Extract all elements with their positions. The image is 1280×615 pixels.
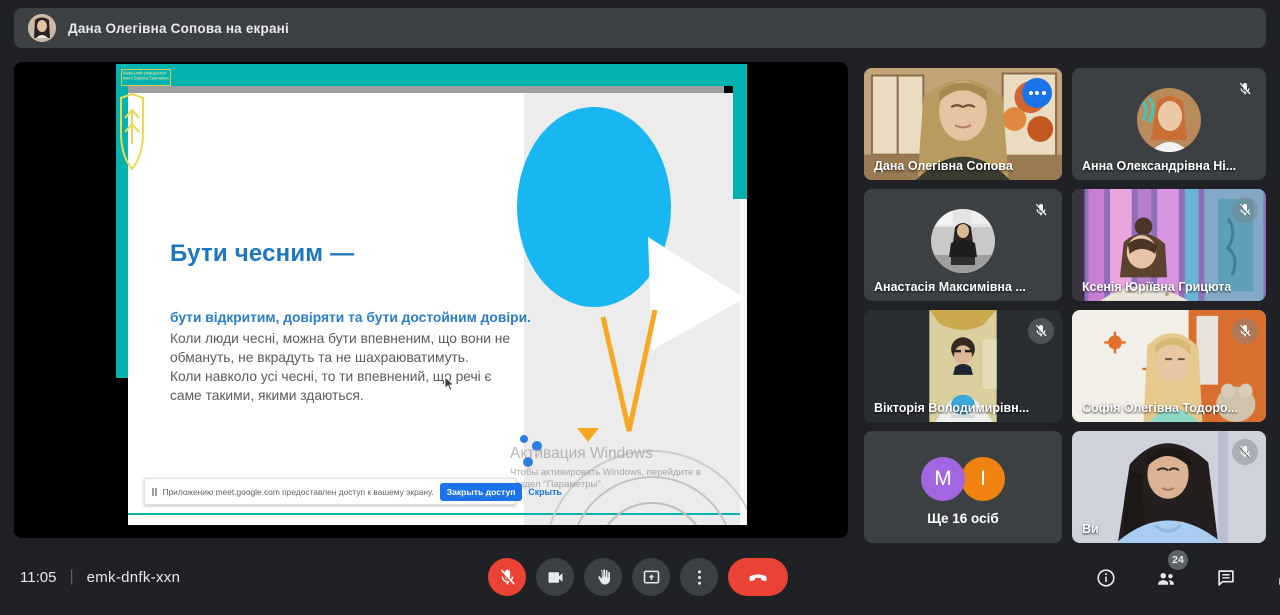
- slide-body-text: Коли люди чесні, можна бути впевненим, щ…: [170, 329, 510, 405]
- raise-hand-icon: [597, 568, 610, 584]
- overflow-avatar-m: M: [921, 457, 965, 501]
- participants-panel-button[interactable]: 24: [1146, 550, 1188, 598]
- university-shield-emblem-icon: [120, 92, 144, 171]
- participant-name: Анна Олександрівна Ні...: [1082, 159, 1237, 173]
- slide-body-line: Коли навколо усі чесні, то ти впевнений,…: [170, 369, 492, 384]
- mic-off-icon: [1232, 197, 1258, 223]
- slide-lead-sentence: бути відкритим, довіряти та бути достойн…: [170, 310, 531, 325]
- university-logo-box: Київський університет імені Бориса Грінч…: [121, 69, 171, 86]
- mic-off-icon: [1028, 197, 1054, 223]
- presentation-screen: Київський університет імені Бориса Грінч…: [116, 64, 747, 525]
- participant-tile-sofia[interactable]: Софія Олегівна Тодоро...: [1072, 310, 1266, 422]
- participant-name: Анастасія Максимівна ...: [874, 280, 1026, 294]
- anna-avatar: [1137, 88, 1201, 152]
- more-options-button[interactable]: [680, 558, 718, 596]
- hide-notice-button[interactable]: Скрыть: [528, 487, 561, 497]
- activities-icon: [1279, 578, 1280, 585]
- meeting-panels: 24: [1086, 550, 1280, 598]
- mic-off-icon: [1028, 318, 1054, 344]
- chat-icon: [1218, 570, 1234, 586]
- mic-off-icon: [1232, 76, 1258, 102]
- overflow-avatars: M I: [921, 457, 1005, 501]
- participant-name: Дана Олегівна Сопова: [874, 159, 1013, 173]
- present-screen-icon: [643, 570, 659, 584]
- activities-button[interactable]: [1266, 558, 1280, 598]
- mic-toggle-button[interactable]: [488, 558, 526, 596]
- participant-tile-viktoria[interactable]: Вікторія Володимирівн...: [864, 310, 1062, 422]
- slide-title: Бути чесним —: [170, 240, 355, 267]
- info-icon: [1097, 569, 1115, 587]
- end-call-icon: [749, 574, 767, 581]
- university-logo-line2: імені Бориса Грінченка: [123, 75, 169, 81]
- presenting-banner: Дана Олегівна Сопова на екрані: [14, 8, 1266, 48]
- mic-off-icon: [1232, 439, 1258, 465]
- participant-tile-dana[interactable]: Дана Олегівна Сопова: [864, 68, 1062, 180]
- presenter-avatar-image: [28, 14, 56, 42]
- anna-avatar-image: [1137, 88, 1201, 152]
- stop-sharing-button[interactable]: Закрыть доступ: [439, 482, 523, 501]
- more-participants-tile[interactable]: M I Ще 16 осіб: [864, 431, 1062, 543]
- participant-tile-anastasia[interactable]: Анастасія Максимівна ...: [864, 189, 1062, 301]
- participant-grid: Дана Олегівна Сопова Анна Олександрівна …: [864, 68, 1266, 543]
- more-options-icon: [697, 569, 701, 585]
- participant-tile-anna[interactable]: Анна Олександрівна Ні...: [1072, 68, 1266, 180]
- camera-icon: [548, 571, 562, 583]
- slide-decor-shapes: [517, 107, 747, 525]
- camera-toggle-button[interactable]: [536, 558, 574, 596]
- participant-count-badge: 24: [1168, 550, 1188, 570]
- share-notice-text: Приложению meet.google.com предоставлен …: [162, 486, 434, 497]
- presenting-banner-text: Дана Олегівна Сопова на екрані: [68, 20, 289, 36]
- chat-panel-button[interactable]: [1206, 558, 1246, 598]
- anastasia-avatar: [931, 209, 995, 273]
- mic-off-icon: [1232, 318, 1258, 344]
- overflow-avatar-i: I: [961, 457, 1005, 501]
- slide-body-line: обмануть, не вкрадуть та не шахраюватиму…: [170, 350, 469, 365]
- pause-icon: [152, 487, 157, 496]
- participants-icon: [1158, 572, 1174, 585]
- meeting-info: 11:05 | emk-dnfk-xxn: [20, 563, 180, 591]
- participant-name: Ксенія Юріївна Грицюта: [1082, 280, 1232, 294]
- participant-tile-ksenia[interactable]: Ксенія Юріївна Грицюта: [1072, 189, 1266, 301]
- self-view-tile[interactable]: Ви: [1072, 431, 1266, 543]
- slide-body-line: Коли люди чесні, можна бути впевненим, щ…: [170, 331, 511, 346]
- google-meet-window: Дана Олегівна Сопова на екрані Київський…: [0, 0, 1280, 615]
- meeting-code: emk-dnfk-xxn: [86, 568, 181, 586]
- tile-menu-button[interactable]: [1022, 78, 1052, 108]
- participant-name: Вікторія Володимирівн...: [874, 401, 1030, 415]
- presenter-avatar: [28, 14, 56, 42]
- raise-hand-button[interactable]: [584, 558, 622, 596]
- mic-off-icon: [499, 568, 515, 585]
- participant-name: Софія Олегівна Тодоро...: [1082, 401, 1239, 415]
- divider: |: [69, 568, 74, 585]
- call-controls: [488, 558, 788, 596]
- anastasia-avatar-image: [931, 209, 995, 273]
- mouse-cursor-icon: [444, 376, 455, 391]
- shared-screen-tile[interactable]: Київський університет імені Бориса Грінч…: [14, 62, 848, 538]
- end-call-button[interactable]: [728, 558, 788, 596]
- self-view-label: Ви: [1082, 522, 1099, 536]
- present-screen-button[interactable]: [632, 558, 670, 596]
- meeting-details-button[interactable]: [1086, 558, 1126, 598]
- clock-time: 11:05: [20, 568, 57, 586]
- slide-body-line: саме такими, якими здаються.: [170, 388, 364, 403]
- screen-share-notice-bar: Приложению meet.google.com предоставлен …: [144, 478, 562, 505]
- more-participants-label: Ще 16 осіб: [927, 511, 999, 526]
